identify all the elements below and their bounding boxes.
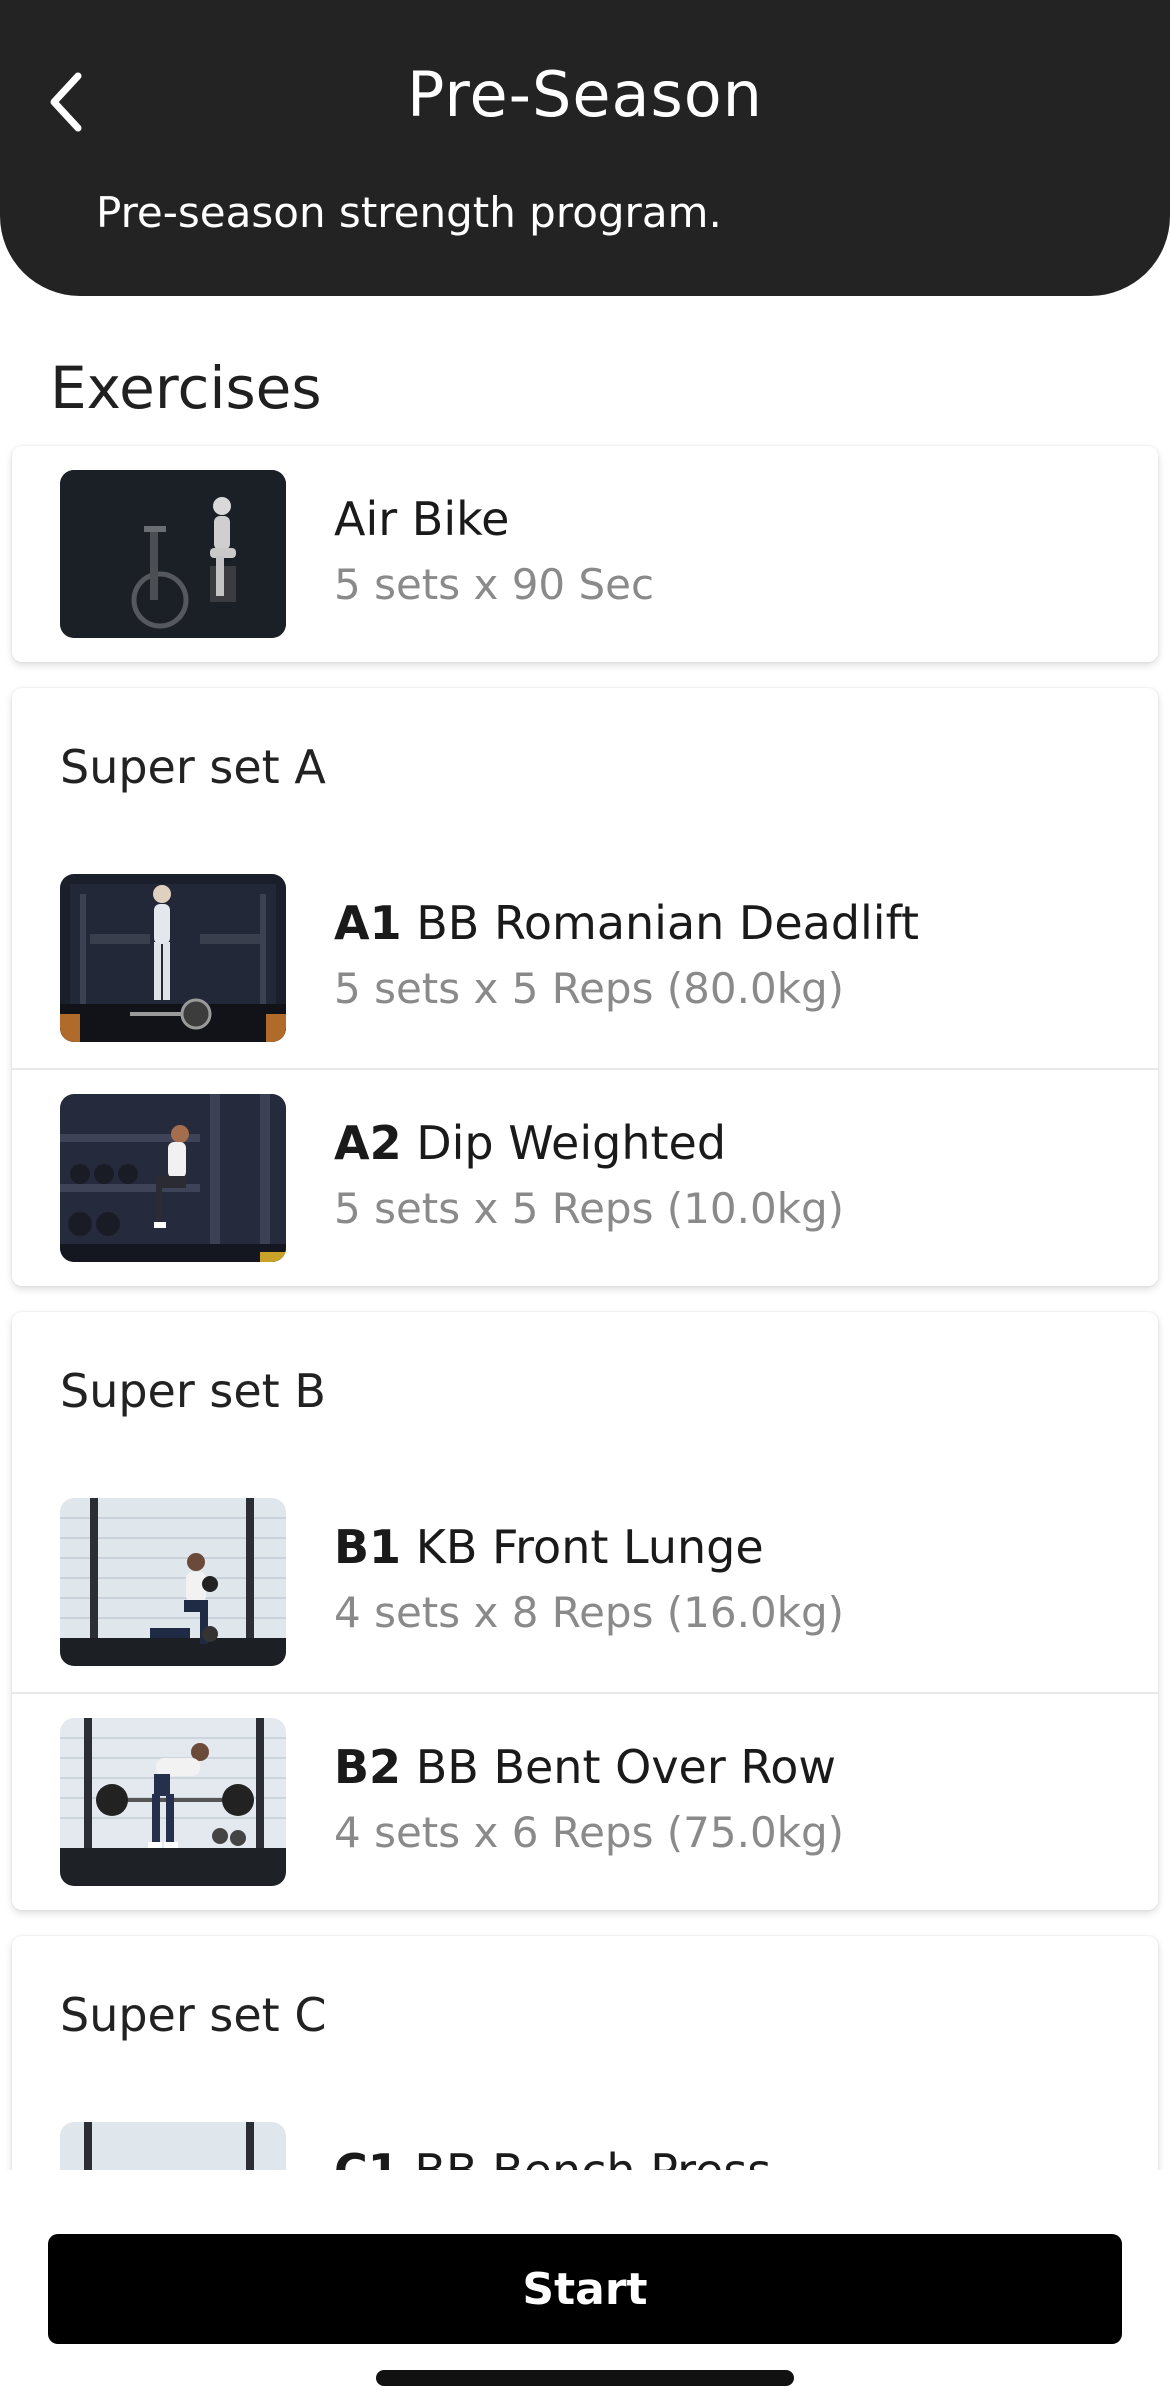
exercise-row[interactable]: A1 BB Romanian Deadlift 5 sets x 5 Reps …: [12, 850, 1158, 1066]
exercise-row[interactable]: Air Bike 5 sets x 90 Sec: [12, 446, 1158, 662]
superset-title: Super set A: [60, 740, 326, 794]
superset-title: Super set C: [60, 1988, 327, 2042]
exercise-name: B1 KB Front Lunge: [334, 1520, 764, 1574]
exercise-name: A2 Dip Weighted: [334, 1116, 727, 1170]
exercise-thumbnail: [60, 470, 286, 638]
exercise-name: B2 BB Bent Over Row: [334, 1740, 837, 1794]
exercise-card-air-bike: Air Bike 5 sets x 90 Sec: [12, 446, 1158, 662]
superset-title: Super set B: [60, 1364, 326, 1418]
exercise-thumbnail: [60, 874, 286, 1042]
exercise-detail: 4 sets x 8 Reps (16.0kg): [334, 1588, 845, 1637]
superset-card-a: Super set A A1 BB Romanian Deadlift 5 se…: [12, 688, 1158, 1286]
exercise-row[interactable]: A2 Dip Weighted 5 sets x 5 Reps (10.0kg): [12, 1068, 1158, 1284]
exercise-thumbnail: [60, 1718, 286, 1886]
header: Pre-Season Pre-season strength program.: [0, 0, 1170, 296]
start-button[interactable]: Start: [48, 2234, 1122, 2344]
exercise-detail: 5 sets x 5 Reps (10.0kg): [334, 1184, 845, 1233]
exercise-row[interactable]: B1 KB Front Lunge 4 sets x 8 Reps (16.0k…: [12, 1474, 1158, 1690]
exercise-name: A1 BB Romanian Deadlift: [334, 896, 919, 950]
home-indicator: [376, 2370, 794, 2386]
page-title: Pre-Season: [407, 58, 763, 131]
exercise-detail: 5 sets x 5 Reps (80.0kg): [334, 964, 845, 1013]
program-description: Pre-season strength program.: [96, 188, 722, 237]
exercise-name: Air Bike: [334, 492, 510, 546]
exercise-detail: 5 sets x 90 Sec: [334, 560, 655, 609]
exercise-detail: 4 sets x 6 Reps (75.0kg): [334, 1808, 845, 1857]
superset-card-b: Super set B B1 KB Front Lunge 4 sets x 8…: [12, 1312, 1158, 1910]
exercise-row[interactable]: B2 BB Bent Over Row 4 sets x 6 Reps (75.…: [12, 1692, 1158, 1908]
exercise-thumbnail: [60, 1498, 286, 1666]
exercises-heading: Exercises: [50, 354, 322, 422]
exercise-thumbnail: [60, 1094, 286, 1262]
